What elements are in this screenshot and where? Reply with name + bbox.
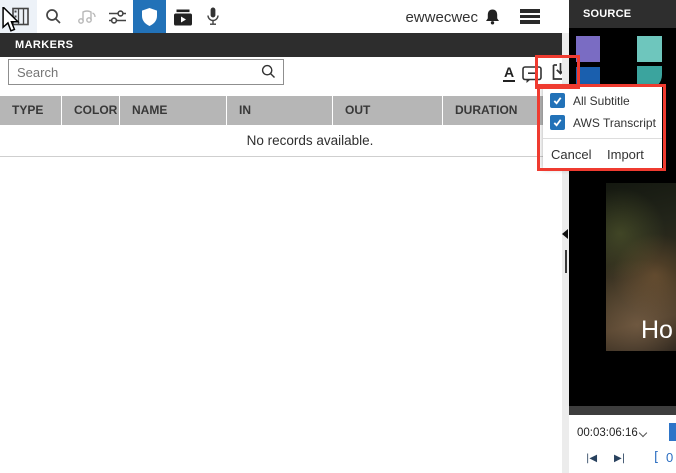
partial-timecode-digit: 0 bbox=[666, 450, 673, 465]
timecode-display[interactable]: 00:03:06:16 bbox=[577, 427, 638, 439]
bell-icon bbox=[484, 8, 501, 26]
option-label: AWS Transcript bbox=[573, 116, 656, 130]
import-options-popup: All Subtitle AWS Transcript Cancel Impor… bbox=[543, 86, 662, 168]
top-toolbar: ewwecwec bbox=[0, 0, 562, 33]
collapse-panel-arrow-icon[interactable] bbox=[562, 229, 568, 239]
option-all-subtitle[interactable]: All Subtitle bbox=[550, 93, 630, 108]
video-library-icon bbox=[173, 8, 193, 26]
sliders-icon bbox=[108, 9, 127, 25]
search-input[interactable] bbox=[8, 59, 284, 85]
notifications-button[interactable] bbox=[481, 0, 503, 33]
shield-button-active[interactable] bbox=[133, 0, 166, 33]
markers-search bbox=[8, 59, 284, 85]
splitter-drag-handle[interactable] bbox=[565, 250, 567, 273]
comment-marker-button[interactable] bbox=[522, 64, 542, 84]
microphone-button[interactable] bbox=[202, 0, 224, 33]
toolbar-search-button[interactable] bbox=[42, 0, 64, 33]
microphone-icon bbox=[206, 7, 220, 26]
previous-frame-button[interactable]: |◀ bbox=[586, 453, 597, 464]
cancel-button[interactable]: Cancel bbox=[551, 147, 591, 162]
column-header-in[interactable]: IN bbox=[227, 96, 333, 125]
checkbox-checked-icon[interactable] bbox=[550, 115, 565, 130]
preview-controls-area bbox=[569, 415, 676, 473]
subtitle-button[interactable]: A bbox=[503, 62, 515, 82]
application-window: ewwecwec MARKERS bbox=[0, 0, 676, 473]
username[interactable]: ewwecwec bbox=[400, 9, 478, 26]
shield-icon bbox=[142, 8, 157, 26]
popup-divider bbox=[543, 138, 662, 139]
option-aws-transcript[interactable]: AWS Transcript bbox=[550, 115, 656, 130]
comment-icon bbox=[522, 66, 542, 84]
video-scrubber-bar[interactable] bbox=[569, 406, 676, 415]
subtitle-icon: A bbox=[503, 65, 515, 82]
search-icon bbox=[45, 8, 62, 25]
fx-icon bbox=[77, 9, 97, 25]
mouse-cursor bbox=[1, 7, 20, 34]
next-frame-button[interactable]: ▶| bbox=[614, 453, 625, 464]
in-point-bracket: [ bbox=[654, 450, 659, 465]
timecode-field-edge[interactable] bbox=[669, 423, 676, 441]
markers-table-header: TYPE COLOR NAME IN OUT DURATION bbox=[0, 96, 562, 125]
main-menu-button[interactable] bbox=[518, 0, 542, 33]
column-header-color[interactable]: COLOR bbox=[62, 96, 120, 125]
menu-icon bbox=[520, 7, 540, 26]
empty-table-message: No records available. bbox=[0, 125, 562, 157]
column-header-out[interactable]: OUT bbox=[333, 96, 443, 125]
import-button[interactable]: Import bbox=[607, 147, 644, 162]
sliders-button[interactable] bbox=[106, 0, 128, 33]
checkbox-checked-icon[interactable] bbox=[550, 93, 565, 108]
option-label: All Subtitle bbox=[573, 94, 630, 108]
column-header-name[interactable]: NAME bbox=[120, 96, 227, 125]
video-logo-purple-square bbox=[576, 36, 600, 62]
column-header-type[interactable]: TYPE bbox=[0, 96, 62, 125]
markers-panel-header: MARKERS bbox=[0, 33, 562, 57]
video-library-button[interactable] bbox=[171, 0, 195, 33]
markers-title: MARKERS bbox=[15, 39, 73, 51]
fx-button[interactable] bbox=[75, 0, 99, 33]
source-preview-header: SOURCE PREVIEW bbox=[569, 0, 676, 28]
video-subtitle-text: Ho bbox=[641, 316, 673, 345]
video-logo-teal-square bbox=[637, 36, 662, 62]
search-icon bbox=[261, 64, 276, 79]
